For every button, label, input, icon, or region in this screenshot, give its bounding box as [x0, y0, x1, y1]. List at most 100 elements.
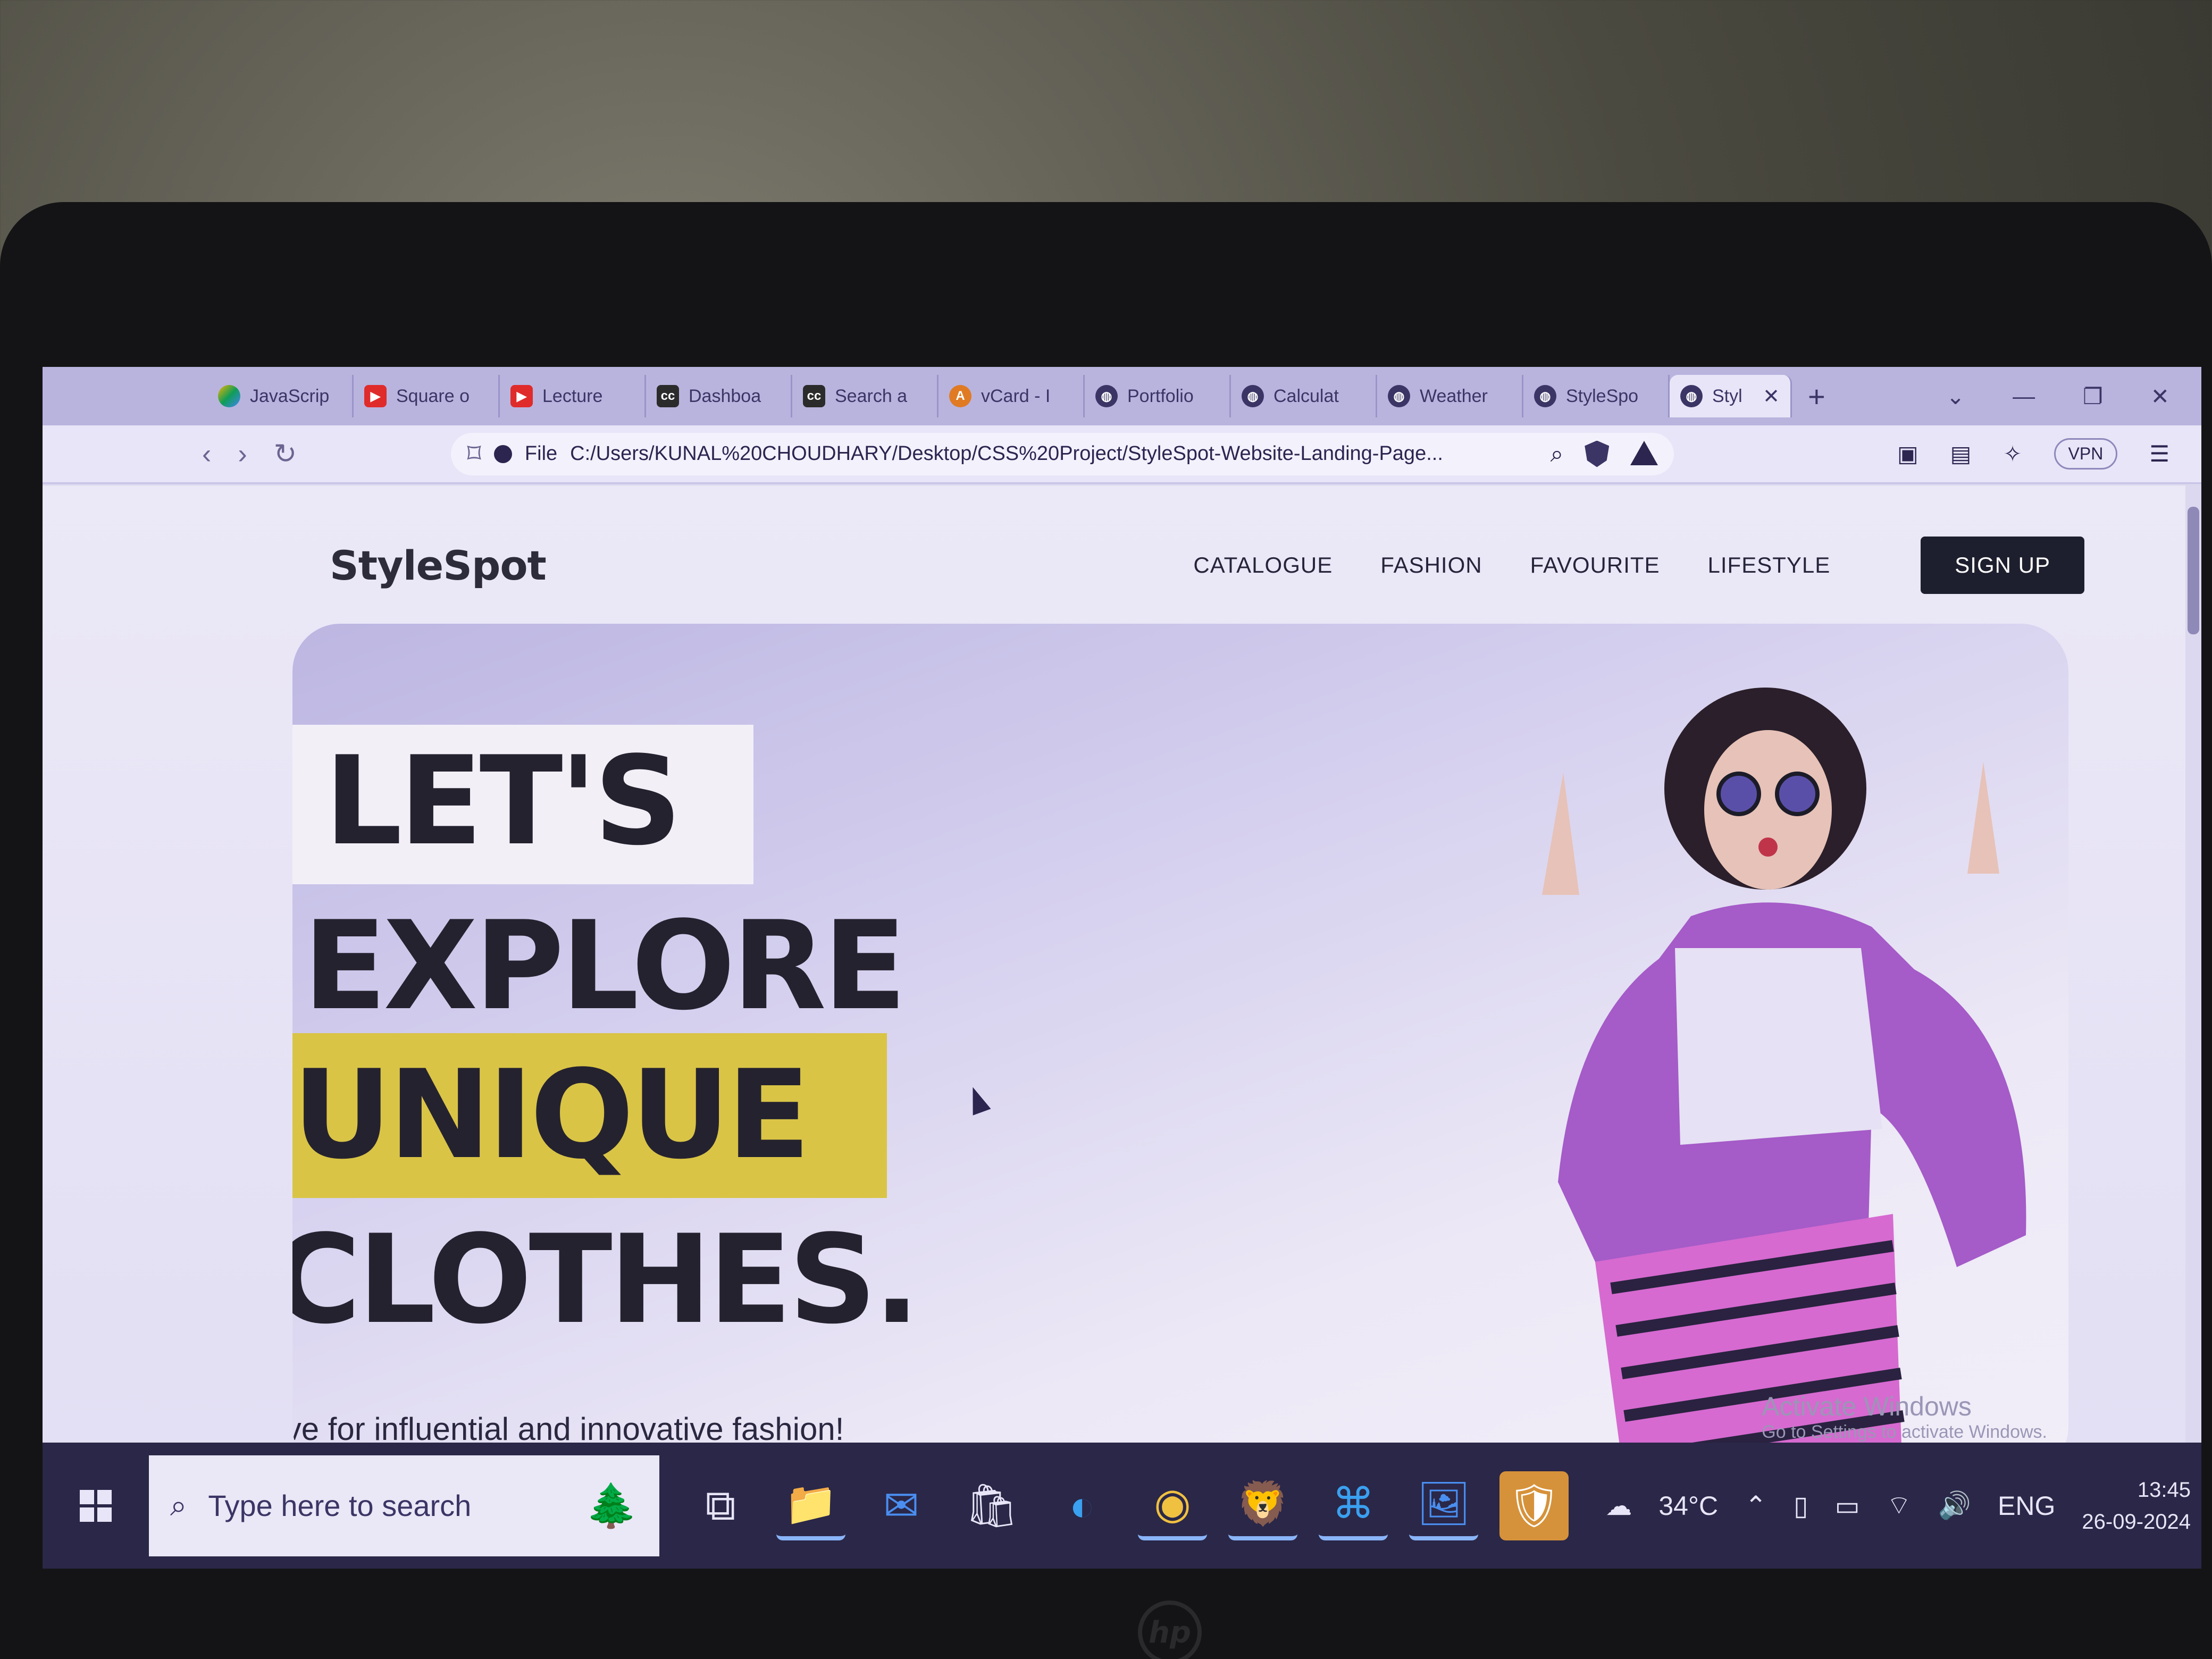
security-shield-icon[interactable]: 🛡 [1499, 1471, 1569, 1540]
screen: JavaScrip ▶ Square o ▶ Lecture cc Dashboa c… [43, 367, 2201, 1569]
tab-calculator[interactable]: ◍ Calculat [1231, 375, 1377, 417]
chevron-down-icon[interactable]: ⌄ [1946, 383, 1965, 409]
minimize-icon[interactable]: — [2013, 383, 2035, 409]
tab-label: StyleSpo [1566, 386, 1639, 406]
leo-ai-icon[interactable]: ✧ [2003, 441, 2022, 467]
clock[interactable]: 13:45 26-09-2024 [2082, 1474, 2191, 1538]
site-info-icon[interactable] [493, 445, 512, 463]
nav-lifestyle[interactable]: LIFESTYLE [1708, 552, 1831, 578]
close-window-icon[interactable]: ✕ [2151, 383, 2169, 409]
globe-icon: ◍ [1388, 385, 1410, 407]
back-icon[interactable]: ‹ [202, 438, 211, 470]
tab-vcard[interactable]: AvCard - I [939, 375, 1085, 417]
tab-label: Weather [1420, 386, 1488, 406]
tab-label: Styl [1712, 386, 1742, 406]
tab-label: Dashboa [689, 386, 761, 406]
brave-rewards-icon[interactable] [1630, 440, 1658, 465]
headline-line-3: UNIQUE [292, 1033, 887, 1198]
tab-stylespot-active[interactable]: ◍ Styl ✕ [1670, 375, 1792, 417]
taskbar-search[interactable]: ⌕ Type here to search 🌲 [149, 1455, 659, 1556]
brave-shields-icon[interactable] [1585, 440, 1610, 467]
new-tab-icon[interactable]: + [1808, 379, 1825, 414]
language-indicator[interactable]: ENG [1998, 1490, 2055, 1521]
toolbar-right: ▣ ▤ ✧ VPN ☰ [1897, 438, 2201, 470]
cc-icon: cc [803, 385, 825, 407]
task-view-icon[interactable]: ⧉ [686, 1471, 755, 1540]
sign-up-button[interactable]: SIGN UP [1921, 537, 2084, 594]
chevron-up-icon[interactable]: ⌃ [1745, 1490, 1767, 1521]
window-controls: ⌄ — ❐ ✕ [1946, 383, 2201, 409]
nav-catalogue[interactable]: CATALOGUE [1193, 552, 1333, 578]
tab-strip: JavaScrip ▶ Square o ▶ Lecture cc Dashboa c… [43, 367, 2201, 425]
forward-icon[interactable]: › [238, 438, 247, 470]
site-header: StyleSpot CATALOGUE FASHION FAVOURITE LI… [330, 528, 2084, 602]
tab-search[interactable]: cc Search a [792, 375, 939, 417]
hero-tagline: Live for influential and innovative fash… [292, 1411, 844, 1447]
search-placeholder: Type here to search [208, 1489, 472, 1522]
bookmark-icon[interactable]: ⌑ [467, 438, 481, 470]
hero-banner: LET'S EXPLORE UNIQUE CLOTHES. Live for i… [292, 624, 2068, 1474]
reload-icon[interactable]: ↻ [274, 438, 297, 470]
web-page: StyleSpot CATALOGUE FASHION FAVOURITE LI… [43, 485, 2201, 1474]
system-tray: ☁ 34°C ⌃ ▯ ▭ ⌔ 🔊 ENG 13:45 26-09-2024 [1605, 1474, 2201, 1538]
youtube-icon: ▶ [510, 385, 533, 407]
edge-icon[interactable]: ◐ [1048, 1471, 1117, 1540]
clock-time: 13:45 [2137, 1478, 2191, 1502]
address-url[interactable]: C:/Users/KUNAL%20CHOUDHARY/Desktop/CSS%2… [570, 442, 1537, 465]
headline-line-1: LET'S [292, 725, 753, 884]
wallet-icon[interactable]: ▤ [1950, 441, 1972, 467]
tab-stylespot[interactable]: ◍ StyleSpo [1523, 375, 1670, 417]
tab-label: Lecture [542, 386, 603, 406]
vpn-button[interactable]: VPN [2054, 438, 2118, 470]
tab-label: Square o [396, 386, 470, 406]
page-scrollbar[interactable] [2185, 485, 2201, 1443]
mail-icon[interactable]: ✉ [867, 1471, 936, 1540]
volume-icon[interactable]: 🔊 [1938, 1490, 1971, 1521]
tab-dashboard[interactable]: cc Dashboa [646, 375, 792, 417]
photos-icon[interactable]: 🖼 [1409, 1471, 1478, 1540]
globe-icon: ◍ [1095, 385, 1118, 407]
windows-taskbar: ⌕ Type here to search 🌲 ⧉ 📁 ✉ 🛍 ◐ ◉ 🦁 ⌘ … [43, 1443, 2201, 1569]
weather-icon[interactable]: ☁ [1605, 1490, 1632, 1521]
file-explorer-icon[interactable]: 📁 [776, 1471, 845, 1540]
site-menu: CATALOGUE FASHION FAVOURITE LIFESTYLE SI… [1193, 537, 2084, 594]
drive-icon [218, 385, 240, 407]
address-scheme: File [524, 442, 558, 465]
cc-icon: cc [657, 385, 679, 407]
headline-line-2: EXPLORE [303, 895, 907, 1037]
tab-label: JavaScrip [250, 386, 330, 406]
globe-icon: ◍ [1242, 385, 1264, 407]
zoom-icon[interactable]: ⌕ [1551, 441, 1564, 467]
search-icon: ⌕ [170, 1488, 187, 1522]
weather-temperature[interactable]: 34°C [1658, 1490, 1718, 1521]
vscode-icon[interactable]: ⌘ [1319, 1471, 1388, 1540]
tab-weather[interactable]: ◍ Weather [1377, 375, 1523, 417]
brave-icon[interactable]: 🦁 [1228, 1471, 1297, 1540]
start-button[interactable] [43, 1443, 149, 1569]
tab-label: Calculat [1273, 386, 1339, 406]
address-icons: ⌕ [1551, 440, 1658, 467]
tab-lecture[interactable]: ▶ Lecture [500, 375, 646, 417]
wifi-icon[interactable]: ⌔ [1887, 1489, 1912, 1522]
tab-portfolio[interactable]: ◍ Portfolio [1085, 375, 1231, 417]
nav-favourite[interactable]: FAVOURITE [1530, 552, 1660, 578]
battery-icon[interactable]: ▭ [1835, 1490, 1860, 1521]
nav-fashion[interactable]: FASHION [1380, 552, 1482, 578]
device-icon[interactable]: ▯ [1794, 1490, 1808, 1521]
hp-logo: hp [1138, 1601, 1202, 1659]
search-highlight-icon: 🌲 [585, 1481, 638, 1529]
activate-title: Activate Windows [1762, 1392, 1972, 1421]
address-bar[interactable]: ⌑ File C:/Users/KUNAL%20CHOUDHARY/Deskto… [451, 432, 1674, 475]
tab-square[interactable]: ▶ Square o [354, 375, 500, 417]
restore-icon[interactable]: ❐ [2083, 383, 2103, 409]
chrome-icon[interactable]: ◉ [1138, 1471, 1207, 1540]
store-icon[interactable]: 🛍 [957, 1471, 1026, 1540]
sidebar-icon[interactable]: ▣ [1897, 441, 1918, 467]
tab-javascript[interactable]: JavaScrip [207, 375, 354, 417]
site-logo[interactable]: StyleSpot [330, 542, 547, 589]
scrollbar-thumb[interactable] [2188, 507, 2199, 634]
menu-icon[interactable]: ☰ [2149, 441, 2169, 467]
tab-label: Search a [835, 386, 908, 406]
close-tab-icon[interactable]: ✕ [1763, 384, 1780, 408]
globe-icon: ◍ [1534, 385, 1556, 407]
